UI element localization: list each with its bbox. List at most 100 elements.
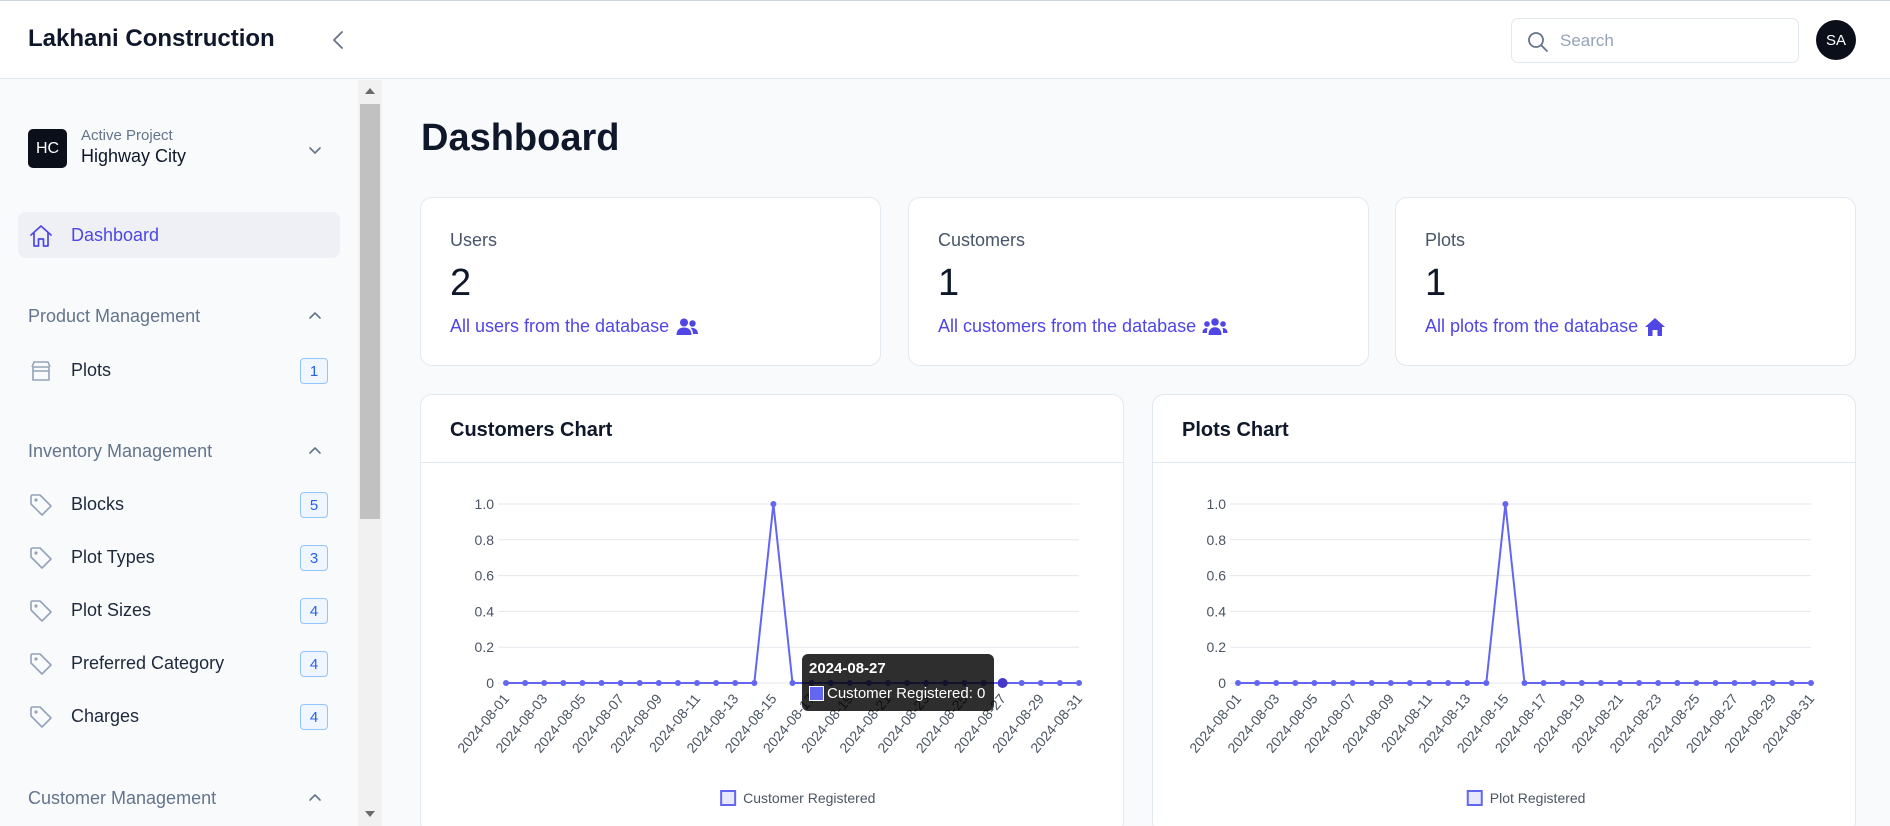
data-point — [1636, 680, 1643, 686]
data-point — [694, 680, 700, 686]
data-point — [713, 680, 720, 686]
data-point — [1578, 680, 1585, 686]
scroll-thumb[interactable] — [360, 104, 380, 519]
page-title: Dashboard — [421, 117, 620, 159]
tooltip-swatch — [809, 686, 824, 701]
sidebar-item-plots[interactable]: Plots 1 — [18, 347, 340, 393]
scroll-down-arrow[interactable] — [365, 811, 375, 817]
sidebar-item-plot-sizes[interactable]: Plot Sizes 4 — [18, 587, 340, 633]
sidebar-item-label: Plot Types — [71, 547, 155, 567]
legend-label: Plot Registered — [1490, 790, 1586, 806]
stat-value: 1 — [938, 262, 960, 304]
sidebar: HC Active Project Highway City Dashboard… — [0, 80, 358, 826]
chart-header: Plots Chart — [1153, 395, 1855, 463]
data-point — [732, 680, 739, 686]
data-point — [1769, 680, 1776, 686]
stat-label: Plots — [1425, 230, 1466, 250]
stat-link-text: All users from the database — [450, 316, 670, 336]
y-tick-label: 0 — [486, 675, 494, 691]
data-point — [1426, 680, 1432, 686]
data-point — [1387, 680, 1394, 686]
section-title: Customer Management — [28, 788, 217, 808]
count-badge: 1 — [300, 358, 328, 384]
section-title: Inventory Management — [28, 441, 213, 461]
count-badge: 5 — [300, 492, 328, 518]
sidebar-item-preferred-category[interactable]: Preferred Category 4 — [18, 640, 340, 686]
section-inventory-management[interactable]: Inventory Management — [28, 438, 338, 464]
data-point — [1712, 680, 1719, 686]
data-point — [1731, 680, 1738, 686]
chevron-up-icon — [309, 794, 321, 801]
search-box[interactable] — [1511, 18, 1799, 63]
legend-swatch — [1466, 790, 1483, 806]
section-customer-management[interactable]: Customer Management — [28, 785, 338, 811]
tag-icon — [30, 600, 52, 622]
sidebar-item-dashboard[interactable]: Dashboard — [18, 212, 340, 258]
project-label: Active Project — [81, 127, 173, 144]
y-tick-label: 0.4 — [1207, 603, 1227, 619]
sidebar-scrollbar[interactable] — [358, 80, 382, 826]
sidebar-item-label: Charges — [71, 706, 140, 726]
avatar[interactable]: SA — [1816, 20, 1856, 60]
stat-link-text: All customers from the database — [938, 316, 1197, 336]
sidebar-item-label: Preferred Category — [71, 653, 225, 673]
home-outline-icon — [30, 225, 52, 247]
data-point — [1483, 680, 1490, 686]
project-name: Highway City — [81, 146, 187, 166]
app-title: Lakhani Construction — [28, 25, 275, 52]
data-point — [1254, 680, 1261, 686]
data-point — [617, 680, 624, 686]
users-icon — [676, 318, 699, 335]
data-point — [655, 680, 662, 686]
stat-card-users: Users 2 All users from the database — [420, 197, 881, 366]
scroll-up-arrow[interactable] — [365, 88, 375, 94]
data-point — [1502, 501, 1509, 507]
sidebar-item-plot-types[interactable]: Plot Types 3 — [18, 534, 340, 580]
stat-card-plots: Plots 1 All plots from the database — [1395, 197, 1856, 366]
data-point — [1368, 680, 1375, 686]
users-icon — [1202, 317, 1228, 335]
plots-link[interactable]: All plots from the database — [1425, 316, 1666, 337]
y-tick-label: 1.0 — [1207, 496, 1227, 512]
tag-icon — [30, 547, 52, 569]
chevron-up-icon — [309, 447, 321, 454]
data-point — [1540, 680, 1547, 686]
tag-icon — [30, 653, 52, 675]
home-icon — [1645, 317, 1666, 336]
tooltip-date: 2024-08-27 — [809, 660, 886, 677]
section-product-management[interactable]: Product Management — [28, 303, 338, 329]
search-icon — [1528, 32, 1548, 52]
data-point — [1076, 680, 1082, 686]
tooltip-value: Customer Registered: 0 — [827, 685, 986, 702]
plots-chart[interactable]: 00.20.40.60.81.02024-08-012024-08-032024… — [1153, 464, 1856, 826]
project-switcher[interactable]: HC Active Project Highway City — [28, 127, 338, 173]
data-point — [770, 501, 777, 507]
chart-title: Customers Chart — [450, 419, 613, 441]
y-tick-label: 0.2 — [475, 639, 495, 655]
sidebar-item-charges[interactable]: Charges 4 — [18, 693, 340, 739]
stat-link-text: All plots from the database — [1425, 316, 1639, 336]
data-point — [541, 680, 548, 686]
data-point — [789, 680, 796, 686]
data-point — [674, 680, 681, 686]
sidebar-item-blocks[interactable]: Blocks 5 — [18, 481, 340, 527]
y-tick-label: 0.4 — [475, 603, 495, 619]
stat-card-customers: Customers 1 All customers from the datab… — [908, 197, 1369, 366]
sidebar-item-label: Blocks — [71, 494, 125, 514]
collapse-sidebar-button[interactable] — [326, 27, 352, 53]
users-link[interactable]: All users from the database — [450, 316, 699, 337]
data-point — [1750, 680, 1757, 686]
customers-chart[interactable]: 00.20.40.60.81.02024-08-012024-08-032024… — [421, 464, 1124, 826]
top-bar: Lakhani Construction SA — [0, 0, 1890, 79]
data-point — [1808, 680, 1814, 686]
data-point — [598, 680, 605, 686]
customers-link[interactable]: All customers from the database — [938, 316, 1228, 337]
data-point — [751, 680, 758, 686]
data-point — [522, 680, 529, 686]
data-point — [503, 680, 509, 686]
data-point — [1655, 680, 1662, 686]
data-point — [1464, 680, 1471, 686]
y-tick-label: 1.0 — [475, 496, 495, 512]
search-input[interactable] — [1560, 30, 1780, 52]
chevron-left-icon — [333, 31, 343, 49]
